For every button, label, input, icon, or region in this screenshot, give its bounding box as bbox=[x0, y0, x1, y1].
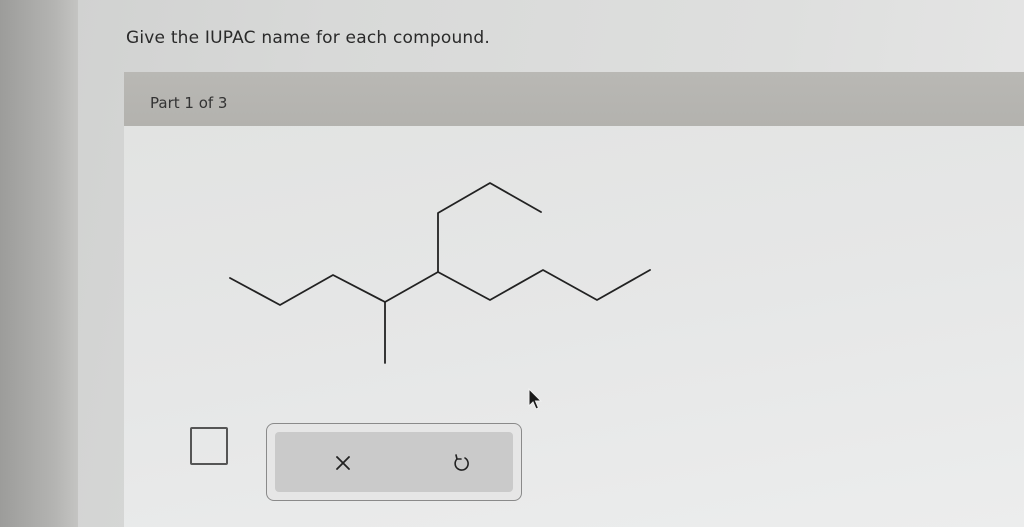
mouse-cursor-icon bbox=[528, 388, 543, 410]
answer-toolbar bbox=[266, 423, 522, 501]
propyl-branch-bond bbox=[437, 182, 542, 273]
toolbar-inner bbox=[275, 432, 513, 492]
main-chain-bond bbox=[229, 269, 651, 306]
undo-icon bbox=[454, 454, 469, 471]
x-icon bbox=[336, 456, 350, 470]
clear-button[interactable] bbox=[323, 449, 363, 479]
undo-button[interactable] bbox=[441, 449, 481, 479]
answer-checkbox[interactable] bbox=[190, 427, 228, 465]
